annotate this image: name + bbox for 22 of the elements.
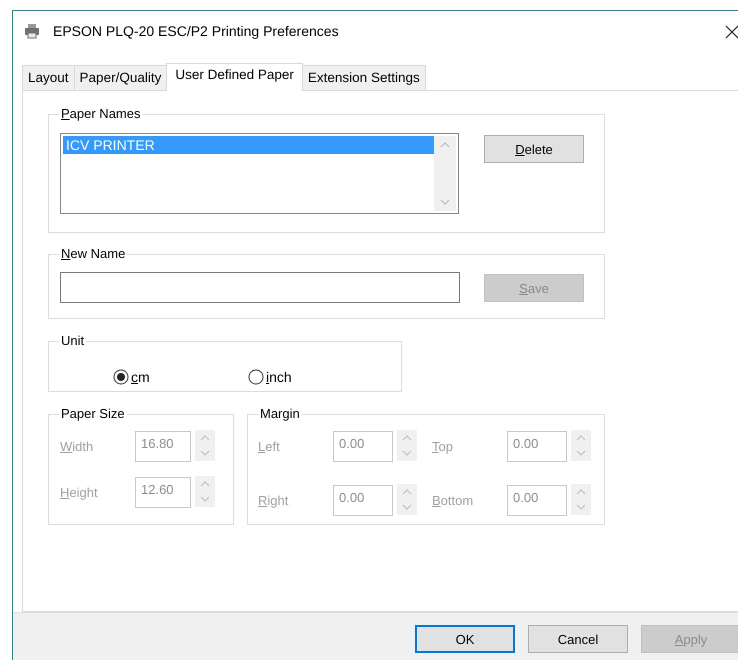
group-label: Margin <box>258 406 302 422</box>
tab[interactable]: Extension Settings <box>302 65 426 90</box>
dialog-button[interactable]: Cancel <box>528 625 628 653</box>
tab[interactable]: Paper/Quality <box>74 65 168 90</box>
list-item[interactable]: ICV PRINTER <box>63 136 434 154</box>
delete-button[interactable]: Delete <box>484 135 584 163</box>
tab[interactable]: User Defined Paper <box>166 63 303 91</box>
field-label: Bottom <box>432 493 474 508</box>
field-label: Top <box>432 439 454 454</box>
list-box[interactable]: ICV PRINTER <box>60 133 459 214</box>
group-label: New Name <box>59 246 128 262</box>
dialog-button[interactable]: OK <box>415 625 515 653</box>
field-label: Left <box>258 439 281 454</box>
tab[interactable]: Layout <box>22 65 75 90</box>
window-title: EPSON PLQ-20 ESC/P2 Printing Preferences <box>53 22 339 38</box>
field-label: Height <box>60 485 99 500</box>
group-label: Paper Size <box>59 406 127 422</box>
radio-label: inch <box>266 368 292 384</box>
radio-label: cm <box>131 368 150 384</box>
field-label: Width <box>60 439 94 454</box>
group-label: Paper Names <box>59 106 142 122</box>
field-label: Right <box>258 493 290 508</box>
